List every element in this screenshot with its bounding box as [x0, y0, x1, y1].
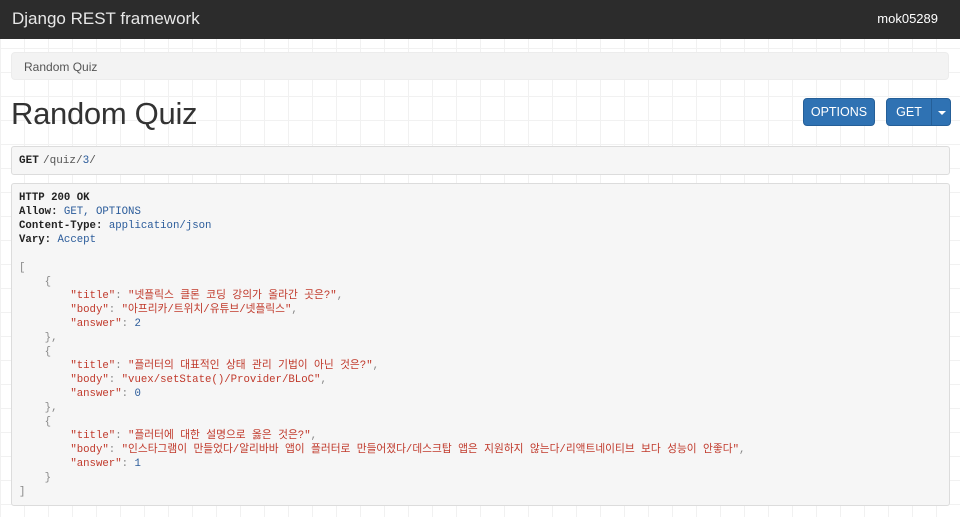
json-bracket-open: [ [19, 262, 26, 274]
header-value: application/json [108, 220, 212, 232]
quiz-body: 인스타그램이 만들었다/알리바바 앱이 플러터로 만들어졌다/데스크탑 앱은 지… [128, 444, 733, 456]
navbar: Django REST framework mok05289 [0, 0, 960, 39]
header-name: Content-Type: [19, 220, 103, 232]
quiz-title: 플러터의 대표적인 상태 관리 기법이 아닌 것은? [134, 360, 367, 372]
json-brace: } [19, 472, 52, 484]
json-bracket-close: ] [19, 486, 26, 498]
json-brace: }, [19, 402, 58, 414]
json-brace: { [19, 276, 52, 288]
request-info: GET /quiz/3/ [11, 146, 950, 175]
response-status: HTTP 200 OK [19, 192, 90, 204]
json-line-body: "body": "인스타그램이 만들었다/알리바바 앱이 플러터로 만들어졌다/… [70, 444, 746, 456]
options-button-label: OPTIONS [810, 105, 868, 119]
quiz-title: 넷플릭스 클론 코딩 강의가 올라간 곳은? [134, 290, 331, 302]
response-info: HTTP 200 OK Allow: GET, OPTIONS Content-… [11, 183, 950, 506]
json-line-answer: "answer": 2 [70, 318, 141, 330]
quiz-body: 아프리카/트위치/유튜브/넷플릭스 [128, 304, 285, 316]
response-header-row: Allow: GET, OPTIONS [19, 205, 141, 219]
quiz-body: vuex/setState()/Provider/BLoC [128, 374, 315, 386]
json-line-title: "title": "플러터의 대표적인 상태 관리 기법이 아닌 것은?", [70, 360, 380, 372]
json-brace: { [19, 416, 52, 428]
breadcrumb-item-random-quiz[interactable]: Random Quiz [24, 60, 97, 74]
breadcrumb: Random Quiz [11, 52, 949, 80]
get-button[interactable]: GET [886, 98, 951, 126]
header-name: Allow: [19, 206, 58, 218]
get-button-divider [931, 99, 932, 125]
json-line-answer: "answer": 0 [70, 388, 141, 400]
json-brace: }, [19, 332, 58, 344]
request-method: GET [19, 155, 39, 167]
response-header-row: Content-Type: application/json [19, 219, 211, 233]
request-path: /quiz/3/ [43, 155, 96, 167]
json-line-body: "body": "vuex/setState()/Provider/BLoC", [70, 374, 327, 386]
quiz-title: 플러터에 대한 설명으로 옳은 것은? [134, 430, 305, 442]
user-menu[interactable]: mok05289 [877, 11, 938, 26]
json-line-title: "title": "넷플릭스 클론 코딩 강의가 올라간 곳은?", [70, 290, 344, 302]
header-value: GET, OPTIONS [63, 206, 141, 218]
options-button[interactable]: OPTIONS [803, 98, 875, 126]
json-line-answer: "answer": 1 [70, 458, 141, 470]
quiz-answer: 2 [134, 318, 141, 330]
response-header-row: Vary: Accept [19, 233, 96, 247]
quiz-answer: 1 [134, 458, 141, 470]
header-name: Vary: [19, 234, 52, 246]
quiz-answer: 0 [134, 388, 141, 400]
header-value: Accept [57, 234, 96, 246]
json-line-title: "title": "플러터에 대한 설명으로 옳은 것은?", [70, 430, 318, 442]
json-line-body: "body": "아프리카/트위치/유튜브/넷플릭스", [70, 304, 298, 316]
request-path-prefix: /quiz/ [43, 155, 83, 167]
request-path-suffix: / [89, 155, 96, 167]
get-button-label: GET [896, 105, 922, 119]
json-brace: { [19, 346, 52, 358]
page-title: Random Quiz [11, 96, 198, 131]
caret-down-icon[interactable] [938, 111, 946, 115]
brand-link[interactable]: Django REST framework [12, 9, 200, 29]
